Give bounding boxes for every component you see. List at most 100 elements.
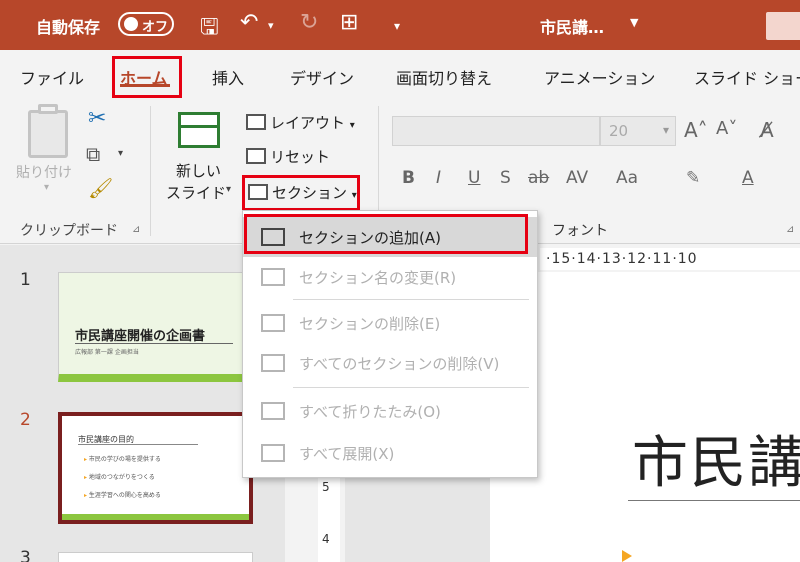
toggle-state: オフ: [142, 20, 169, 35]
font-group-label: フォント: [552, 223, 608, 239]
cut-icon[interactable]: ✂: [88, 106, 106, 131]
search-box[interactable]: [766, 12, 800, 40]
chevron-down-icon: ▾: [662, 123, 669, 137]
strikethrough-button[interactable]: ab: [528, 168, 549, 188]
grow-font-icon[interactable]: A˄: [684, 118, 708, 142]
highlighter-icon[interactable]: ✎: [686, 168, 700, 188]
customize-icon[interactable]: ▾: [394, 19, 400, 33]
paste-button[interactable]: 貼り付け: [16, 162, 72, 182]
slide-thumbnail-1[interactable]: 市民講座開催の企画書 広報部 第一課 企画担当: [58, 272, 253, 382]
clipboard-group-label: クリップボード: [20, 223, 118, 239]
shrink-font-icon[interactable]: A˅: [716, 118, 737, 139]
reset-button[interactable]: リセット: [246, 146, 330, 167]
toggle-knob: [124, 17, 138, 31]
tab-file[interactable]: ファイル: [20, 65, 84, 89]
divider: [75, 343, 233, 344]
menu-item-rename-section[interactable]: セクション名の変更(R): [243, 257, 537, 297]
chevron-down-icon: ▾: [349, 120, 355, 131]
shadow-button[interactable]: S: [500, 168, 511, 188]
menu-item-collapse-all[interactable]: すべて折りたたみ(O): [243, 391, 537, 431]
dialog-launcher-icon[interactable]: ⊿: [786, 224, 794, 235]
font-size-box[interactable]: 20 ▾: [600, 116, 676, 146]
layout-button[interactable]: レイアウト ▾: [246, 112, 355, 133]
tab-design[interactable]: デザイン: [290, 65, 354, 89]
chevron-down-icon[interactable]: ▾: [44, 182, 49, 193]
thumb-bullet: 生涯学習への関心を高める: [84, 490, 161, 499]
dialog-launcher-icon[interactable]: ⊿: [132, 224, 140, 235]
chevron-down-icon[interactable]: ▾: [118, 148, 123, 159]
paste-icon: [28, 110, 68, 158]
slide-title[interactable]: 市民講: [632, 418, 800, 499]
clear-format-icon[interactable]: A̸: [760, 118, 774, 142]
save-icon[interactable]: 🖫: [200, 10, 219, 48]
slide-thumbnail-3[interactable]: [58, 552, 253, 562]
autosave-toggle[interactable]: オフ: [118, 12, 174, 36]
menu-separator: [293, 299, 529, 300]
menu-item-label: すべて折りたたみ(O): [299, 403, 441, 421]
tab-animations[interactable]: アニメーション: [544, 65, 655, 89]
slide-thumbnail-2[interactable]: 市民講座の目的 市民の学びの場を提供する 地域のつながりをつくる 生涯学習への関…: [58, 412, 253, 524]
expand-all-icon: [261, 444, 285, 462]
change-case-button[interactable]: Aa: [616, 168, 638, 188]
menu-item-remove-section[interactable]: セクションの削除(E): [243, 303, 537, 343]
font-name-box[interactable]: [392, 116, 600, 146]
horizontal-ruler: ·15·14·13·12·11·10: [540, 248, 800, 270]
font-size-value: 20: [609, 122, 629, 140]
thumb-title: 市民講座開催の企画書: [75, 329, 206, 344]
slide-number: 1: [20, 270, 31, 290]
reset-icon: [246, 148, 266, 164]
italic-button[interactable]: I: [436, 168, 441, 188]
ruler-tick: 4: [322, 532, 330, 546]
menu-item-label: セクションの削除(E): [299, 315, 441, 333]
menu-item-expand-all[interactable]: すべて展開(X): [243, 433, 537, 473]
document-title[interactable]: 市民講…: [540, 14, 604, 38]
title-divider: [628, 500, 800, 501]
present-icon[interactable]: ⊞: [340, 10, 358, 35]
tab-slideshow[interactable]: スライド ショー: [694, 65, 800, 89]
group-separator: [150, 106, 151, 236]
thumb-bullet: 市民の学びの場を提供する: [84, 454, 161, 463]
redo-icon[interactable]: ↻: [300, 10, 318, 35]
format-painter-icon[interactable]: 🖌: [88, 176, 113, 200]
autosave-label: 自動保存: [36, 18, 101, 37]
new-slide-icon[interactable]: [178, 112, 220, 148]
slide-number: 2: [20, 410, 31, 430]
underline-button[interactable]: U: [468, 168, 480, 188]
remove-section-icon: [261, 314, 285, 332]
collapse-all-icon: [261, 402, 285, 420]
chevron-down-icon[interactable]: ▾: [226, 184, 231, 195]
bold-button[interactable]: B: [402, 168, 415, 188]
menu-item-label: セクション名の変更(R): [299, 269, 457, 287]
divider: [78, 444, 198, 445]
chevron-down-icon[interactable]: ▼: [630, 16, 638, 29]
slide-number: 3: [20, 548, 31, 562]
undo-icon[interactable]: ↶: [240, 10, 258, 35]
chevron-down-icon[interactable]: ▾: [268, 19, 274, 32]
bullet-marker: [622, 550, 632, 562]
tab-insert[interactable]: 挿入: [212, 65, 244, 89]
remove-all-sections-icon: [261, 354, 285, 372]
highlight-home-tab: [112, 56, 182, 98]
char-spacing-button[interactable]: AV: [566, 168, 588, 188]
thumb-subtitle: 広報部 第一課 企画担当: [75, 349, 139, 356]
layout-icon: [246, 114, 266, 130]
thumb-footer-bar: [62, 514, 249, 520]
layout-label: レイアウト: [270, 114, 346, 132]
highlight-add-section: [244, 214, 528, 254]
font-color-button[interactable]: A: [742, 168, 754, 188]
tab-transitions[interactable]: 画面切り替え: [396, 65, 492, 89]
menu-separator: [293, 387, 529, 388]
copy-icon[interactable]: ⧉: [86, 142, 100, 166]
rename-section-icon: [261, 268, 285, 286]
menu-item-label: すべてのセクションの削除(V): [299, 355, 500, 373]
highlight-section-button: [242, 175, 360, 211]
menu-item-label: すべて展開(X): [299, 445, 395, 463]
clipboard-clip: [38, 104, 58, 114]
title-bar: 自動保存 オフ 🖫 ↶ ▾ ↻ ⊞ ▾ 市民講… ▼: [0, 0, 800, 50]
menu-item-remove-all-sections[interactable]: すべてのセクションの削除(V): [243, 343, 537, 383]
thumb-bullet: 地域のつながりをつくる: [84, 472, 155, 481]
new-slide-label-2[interactable]: スライド: [166, 182, 226, 203]
new-slide-label-1[interactable]: 新しい: [176, 160, 221, 181]
ruler-tick: 5: [322, 480, 330, 494]
reset-label: リセット: [270, 148, 331, 166]
